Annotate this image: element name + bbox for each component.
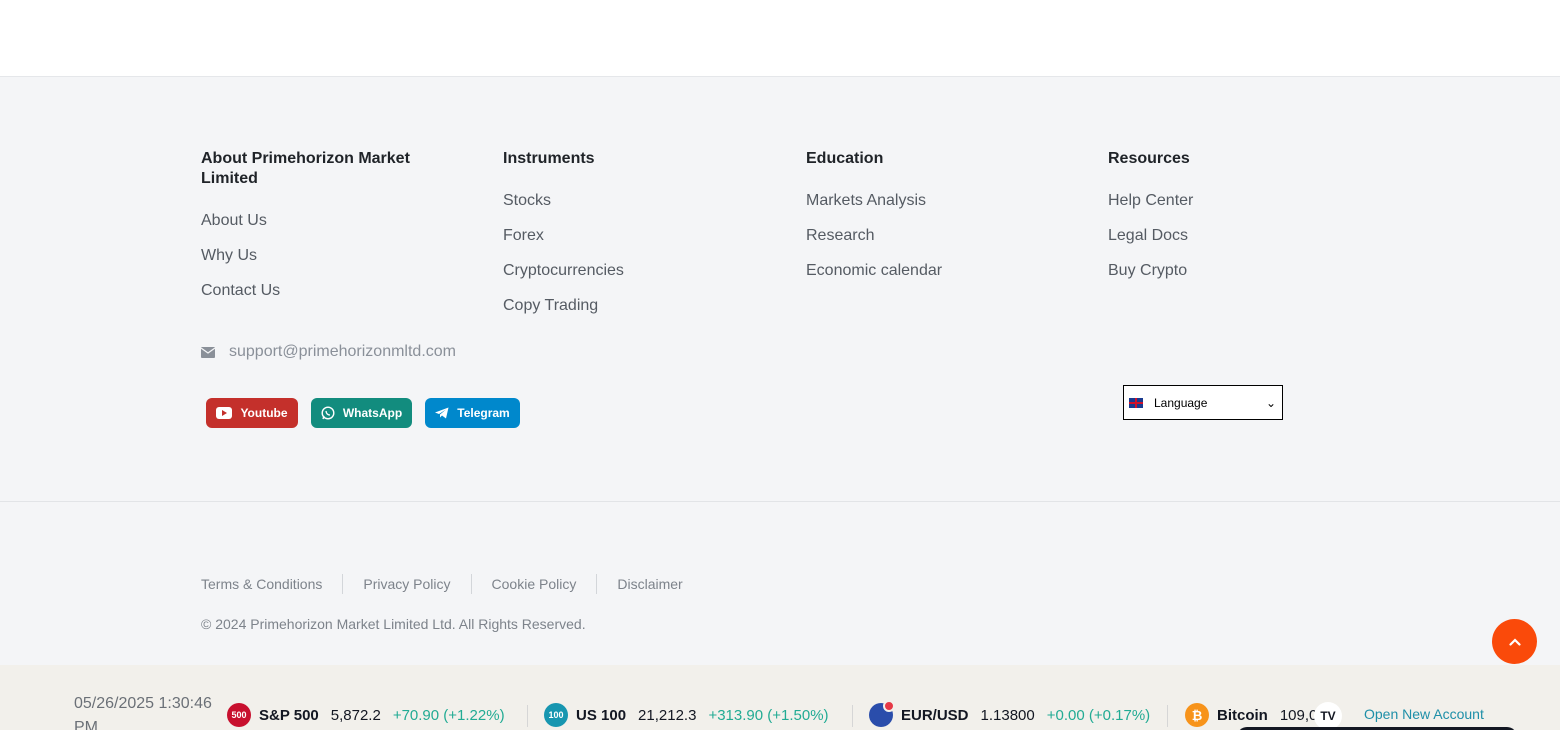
column-title: Resources (1108, 150, 1190, 167)
ticker-item-us100[interactable]: 100 US 100 21,212.3 +313.90 (+1.50%) (544, 703, 829, 727)
footer-bottom: Terms & Conditions Privacy Policy Cookie… (0, 501, 1560, 665)
footer-link-legal-docs[interactable]: Legal Docs (1108, 227, 1368, 262)
ticker-divider (527, 705, 528, 727)
divider (342, 574, 344, 594)
eur-usd-flag-icon (869, 700, 895, 727)
chevron-up-icon (1508, 637, 1521, 646)
footer-main: About Primehorizon Market Limited About … (0, 77, 1560, 501)
youtube-icon (216, 407, 233, 419)
footer-column-instruments: Instruments Stocks Forex Cryptocurrencie… (503, 149, 763, 332)
bitcoin-logo-icon: ₿ (1185, 703, 1209, 727)
footer-link-economic-calendar[interactable]: Economic calendar (806, 262, 1066, 297)
us100-logo-icon: 100 (544, 703, 568, 727)
footer-link-about-us[interactable]: About Us (201, 212, 461, 247)
youtube-button[interactable]: Youtube (206, 398, 298, 428)
footer-link-why-us[interactable]: Why Us (201, 247, 461, 282)
cookie-link[interactable]: Cookie Policy (492, 576, 597, 592)
footer-link-forex[interactable]: Forex (503, 227, 763, 262)
envelope-icon (201, 346, 215, 358)
whatsapp-button[interactable]: WhatsApp (311, 398, 412, 428)
footer-column-about: About Primehorizon Market Limited About … (201, 149, 461, 317)
terms-link[interactable]: Terms & Conditions (201, 576, 342, 592)
open-new-account-link[interactable]: Open New Account (1364, 706, 1484, 722)
chevron-down-icon: ⌄ (1265, 396, 1276, 410)
telegram-icon (435, 407, 449, 419)
footer-link-help-center[interactable]: Help Center (1108, 192, 1368, 227)
ticker-item-bitcoin[interactable]: ₿ Bitcoin 109,0 (1185, 703, 1329, 727)
privacy-link[interactable]: Privacy Policy (363, 576, 470, 592)
ticker-item-sp500[interactable]: 500 S&P 500 5,872.2 +70.90 (+1.22%) (227, 703, 505, 727)
header-spacer (0, 0, 1560, 77)
copyright-text: © 2024 Primehorizon Market Limited Ltd. … (201, 616, 586, 632)
sp500-logo-icon: 500 (227, 703, 251, 727)
legal-links: Terms & Conditions Privacy Policy Cookie… (201, 574, 703, 594)
language-select-value: Language (1154, 395, 1208, 410)
scroll-to-top-button[interactable] (1492, 619, 1537, 664)
ticker-divider (852, 705, 853, 727)
footer-link-stocks[interactable]: Stocks (503, 192, 763, 227)
divider (596, 574, 598, 594)
column-title: Education (806, 150, 884, 167)
support-email-text[interactable]: support@primehorizonmltd.com (229, 343, 456, 361)
column-title: About Primehorizon Market Limited (201, 150, 410, 187)
footer-link-copy-trading[interactable]: Copy Trading (503, 297, 763, 332)
footer-column-education: Education Markets Analysis Research Econ… (806, 149, 1066, 297)
footer-link-buy-crypto[interactable]: Buy Crypto (1108, 262, 1368, 297)
tradingview-logo-icon[interactable]: TV (1314, 702, 1342, 730)
footer-link-markets-analysis[interactable]: Markets Analysis (806, 192, 1066, 227)
telegram-button[interactable]: Telegram (425, 398, 520, 428)
ticker-tape: 05/26/2025 1:30:46 PM 500 S&P 500 5,872.… (0, 665, 1560, 730)
footer-link-research[interactable]: Research (806, 227, 1066, 262)
language-select[interactable]: Language ⌄ (1123, 385, 1283, 420)
ticker-divider (1167, 705, 1168, 727)
divider (470, 574, 472, 594)
footer-column-resources: Resources Help Center Legal Docs Buy Cry… (1108, 149, 1368, 297)
footer-link-contact-us[interactable]: Contact Us (201, 282, 461, 317)
footer-link-cryptocurrencies[interactable]: Cryptocurrencies (503, 262, 763, 297)
uk-flag-icon (1129, 397, 1143, 408)
column-title: Instruments (503, 150, 595, 167)
ticker-item-eurusd[interactable]: EUR/USD 1.13800 +0.00 (+0.17%) (869, 700, 1150, 727)
whatsapp-icon (321, 406, 335, 420)
support-email[interactable]: support@primehorizonmltd.com (201, 343, 456, 361)
disclaimer-link[interactable]: Disclaimer (617, 576, 702, 592)
ticker-datetime: 05/26/2025 1:30:46 PM (74, 695, 212, 730)
